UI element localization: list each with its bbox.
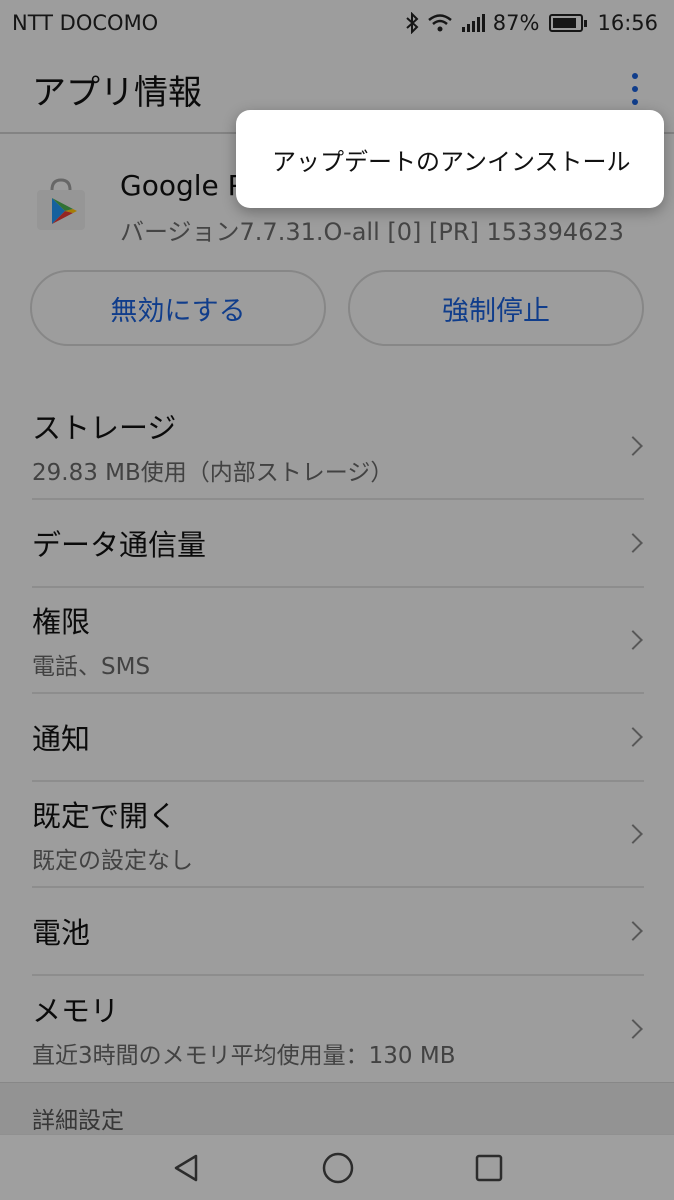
settings-list: ストレージ 29.83 MB使用（内部ストレージ） データ通信量 権限 電話、S…	[0, 394, 674, 1082]
settings-item-title: 既定で開く	[32, 799, 178, 833]
settings-item-data-usage[interactable]: データ通信量	[32, 500, 644, 588]
force-stop-button[interactable]: 強制停止	[348, 270, 644, 346]
battery-icon	[549, 14, 588, 32]
google-play-store-icon	[32, 176, 90, 234]
app-version: バージョン7.7.31.O-all [0] [PR] 153394623	[120, 217, 624, 246]
back-icon[interactable]	[170, 1152, 202, 1184]
menu-item-uninstall-updates[interactable]: アップデートのアンインストール	[272, 142, 631, 177]
settings-item-title: メモリ	[32, 994, 120, 1028]
advanced-section: 詳細設定	[0, 1082, 674, 1134]
settings-item-subtitle: 電話、SMS	[32, 654, 151, 680]
settings-item-title: 電池	[32, 916, 91, 950]
settings-item-subtitle: 既定の設定なし	[32, 848, 193, 874]
status-icons: 87% 16:56	[405, 11, 658, 35]
settings-item-storage[interactable]: ストレージ 29.83 MB使用（内部ストレージ）	[32, 394, 644, 500]
status-bar: NTT DOCOMO 87% 16:56	[0, 0, 674, 46]
wifi-icon	[427, 13, 453, 33]
settings-item-subtitle: 29.83 MB使用（内部ストレージ）	[32, 460, 394, 486]
recents-icon[interactable]	[474, 1153, 504, 1183]
overflow-dot	[632, 99, 638, 105]
overflow-dot	[632, 73, 638, 79]
settings-item-open-by-default[interactable]: 既定で開く 既定の設定なし	[32, 782, 644, 888]
settings-item-notifications[interactable]: 通知	[32, 694, 644, 782]
home-icon[interactable]	[321, 1151, 355, 1185]
overflow-dot	[632, 86, 638, 92]
settings-item-battery[interactable]: 電池	[32, 888, 644, 976]
action-buttons: 無効にする 強制停止	[30, 270, 644, 346]
navigation-bar	[0, 1134, 674, 1200]
bluetooth-icon	[405, 12, 419, 34]
section-header: 詳細設定	[32, 1108, 124, 1134]
settings-item-subtitle: 直近3時間のメモリ平均使用量：130 MB	[32, 1043, 456, 1069]
carrier-label: NTT DOCOMO	[12, 11, 159, 35]
settings-item-title: 権限	[32, 605, 91, 639]
settings-item-permissions[interactable]: 権限 電話、SMS	[32, 588, 644, 694]
clock: 16:56	[597, 11, 658, 35]
settings-item-title: データ通信量	[32, 528, 207, 562]
overflow-popup-menu: アップデートのアンインストール	[236, 110, 664, 208]
page-title: アプリ情報	[32, 72, 202, 113]
settings-item-title: ストレージ	[32, 411, 177, 445]
settings-item-memory[interactable]: メモリ 直近3時間のメモリ平均使用量：130 MB	[32, 976, 644, 1082]
disable-button[interactable]: 無効にする	[30, 270, 326, 346]
overflow-menu-icon[interactable]	[626, 67, 644, 111]
settings-item-title: 通知	[32, 722, 91, 756]
battery-level-fill	[553, 18, 577, 28]
battery-percent: 87%	[492, 11, 540, 35]
signal-icon	[461, 13, 485, 33]
